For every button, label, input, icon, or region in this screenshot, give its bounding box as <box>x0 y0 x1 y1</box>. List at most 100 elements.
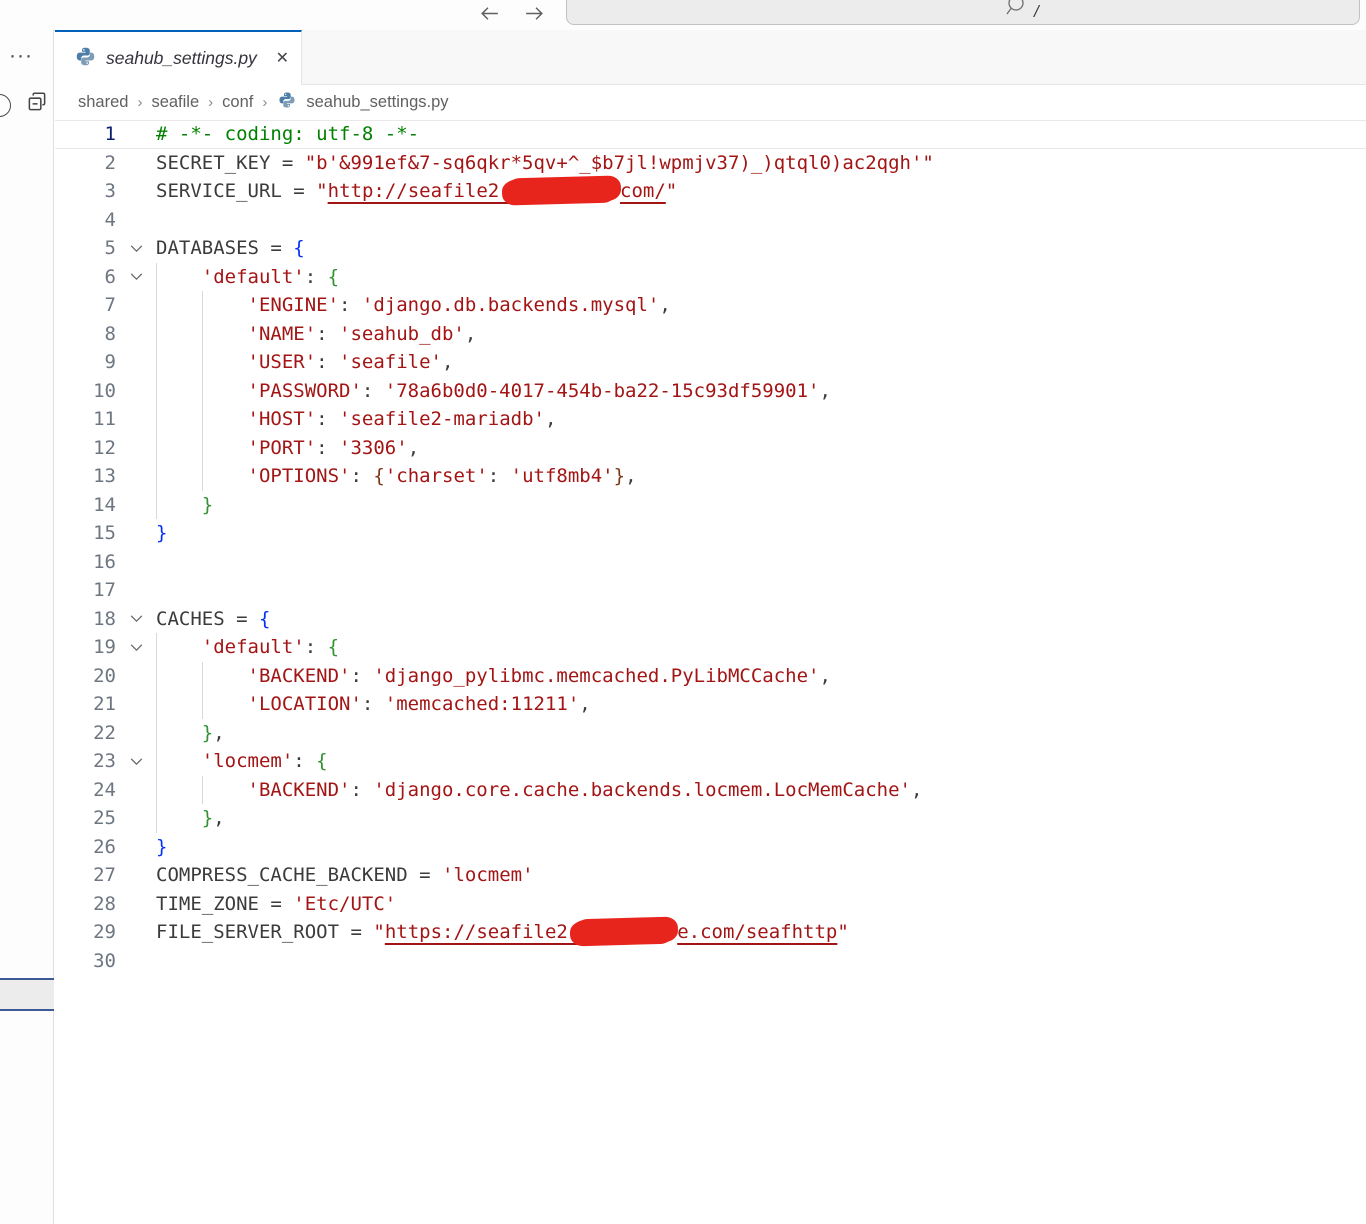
fold-gutter <box>116 918 156 947</box>
breadcrumb-file[interactable]: seahub_settings.py <box>306 93 448 112</box>
copy-pages-icon[interactable] <box>25 90 49 119</box>
code-line[interactable]: 4 <box>55 206 1366 235</box>
more-actions-icon[interactable]: ··· <box>9 44 33 68</box>
code-line[interactable]: 2 SECRET_KEY = "b'&991ef&7-sq6qkr*5qv+^_$… <box>55 149 1366 178</box>
indent-guide <box>156 320 157 349</box>
fold-gutter <box>116 206 156 235</box>
chevron-right-icon: › <box>208 94 213 111</box>
code-line[interactable]: 19 'default': { <box>55 633 1366 662</box>
code-line[interactable]: 5DATABASES = { <box>55 234 1366 263</box>
code-line[interactable]: 28TIME_ZONE = 'Etc/UTC' <box>55 890 1366 919</box>
code-text: # -*- coding: utf-8 -*- <box>156 120 419 149</box>
indent-guide <box>202 434 203 463</box>
fold-chevron-icon[interactable] <box>116 633 156 662</box>
fold-gutter <box>116 377 156 406</box>
fold-gutter <box>116 804 156 833</box>
tab-close-icon[interactable]: ✕ <box>276 51 289 67</box>
code-line[interactable]: 3SERVICE_URL = "http://seafile2.com/" <box>55 177 1366 206</box>
code-line[interactable]: 10 'PASSWORD': '78a6b0d0-4017-454b-ba22-… <box>55 377 1366 406</box>
tab-seahub-settings[interactable]: seahub_settings.py ✕ <box>55 30 302 85</box>
indent-guide <box>202 662 203 691</box>
code-line[interactable]: 23 'locmem': { <box>55 747 1366 776</box>
fold-gutter <box>116 861 156 890</box>
line-number: 16 <box>55 548 116 577</box>
fold-chevron-icon[interactable] <box>116 234 156 263</box>
code-line[interactable]: 15} <box>55 519 1366 548</box>
breadcrumb-item[interactable]: seafile <box>151 93 199 112</box>
fold-gutter <box>116 462 156 491</box>
fold-gutter <box>116 548 156 577</box>
code-line[interactable]: 30 <box>55 947 1366 976</box>
code-line[interactable]: 20 'BACKEND': 'django_pylibmc.memcached.… <box>55 662 1366 691</box>
breadcrumb: shared › seafile › conf › seahub_setting… <box>55 85 1366 120</box>
editor-group: seahub_settings.py ✕ shared › seafile › … <box>55 30 1366 1224</box>
code-line[interactable]: 1# -*- coding: utf-8 -*- <box>55 120 1366 149</box>
command-center-search[interactable]: / <box>566 0 1360 25</box>
fold-gutter <box>116 348 156 377</box>
fold-gutter <box>116 405 156 434</box>
chevron-right-icon: › <box>137 94 142 111</box>
indent-guide <box>156 662 157 691</box>
left-rail: ··· <box>0 30 54 1224</box>
code-text: FILE_SERVER_ROOT = "https://seafile2.e.c… <box>156 918 849 947</box>
indent-guide <box>156 690 157 719</box>
line-number: 4 <box>55 206 116 235</box>
line-number: 28 <box>55 890 116 919</box>
indent-guide <box>202 462 203 491</box>
code-line[interactable]: 17 <box>55 576 1366 605</box>
indent-guide <box>156 348 157 377</box>
indent-guide <box>156 804 157 833</box>
back-icon[interactable] <box>478 2 501 30</box>
code-line[interactable]: 27 COMPRESS_CACHE_BACKEND = 'locmem' <box>55 861 1366 890</box>
fold-gutter <box>116 491 156 520</box>
code-text: 'LOCATION': 'memcached:11211', <box>156 690 591 719</box>
code-line[interactable]: 18CACHES = { <box>55 605 1366 634</box>
redaction-scribble <box>503 176 618 204</box>
code-line[interactable]: 14 } <box>55 491 1366 520</box>
code-line[interactable]: 26} <box>55 833 1366 862</box>
code-line[interactable]: 6 'default': { <box>55 263 1366 292</box>
line-number: 17 <box>55 576 116 605</box>
indent-guide <box>156 776 157 805</box>
code-line[interactable]: 21 'LOCATION': 'memcached:11211', <box>55 690 1366 719</box>
line-number: 2 <box>55 149 116 178</box>
code-line[interactable]: 12 'PORT': '3306', <box>55 434 1366 463</box>
line-number: 25 <box>55 804 116 833</box>
tab-bar: seahub_settings.py ✕ <box>55 30 1366 85</box>
fold-gutter <box>116 719 156 748</box>
code-line[interactable]: 8 'NAME': 'seahub_db', <box>55 320 1366 349</box>
code-line[interactable]: 24 'BACKEND': 'django.core.cache.backend… <box>55 776 1366 805</box>
code-line[interactable]: 22 }, <box>55 719 1366 748</box>
line-number: 11 <box>55 405 116 434</box>
chevron-right-icon: › <box>262 94 267 111</box>
breadcrumb-item[interactable]: shared <box>78 93 128 112</box>
rail-band <box>0 978 54 1011</box>
code-line[interactable]: 7 'ENGINE': 'django.db.backends.mysql', <box>55 291 1366 320</box>
line-number: 23 <box>55 747 116 776</box>
code-text: 'HOST': 'seafile2-mariadb', <box>156 405 556 434</box>
fold-chevron-icon[interactable] <box>116 747 156 776</box>
fold-chevron-icon[interactable] <box>116 605 156 634</box>
code-text: } <box>156 519 167 548</box>
code-text: SERVICE_URL = "http://seafile2.com/" <box>156 177 677 206</box>
fold-chevron-icon[interactable] <box>116 263 156 292</box>
code-line[interactable]: 25 }, <box>55 804 1366 833</box>
fold-gutter <box>116 120 156 149</box>
code-line[interactable]: 16 <box>55 548 1366 577</box>
search-icon <box>1004 0 1025 22</box>
code-text: COMPRESS_CACHE_BACKEND = 'locmem' <box>156 861 534 890</box>
code-line[interactable]: 11 'HOST': 'seafile2-mariadb', <box>55 405 1366 434</box>
code-text: SECRET_KEY = "b'&991ef&7-sq6qkr*5qv+^_$b… <box>156 149 934 178</box>
line-number: 24 <box>55 776 116 805</box>
breadcrumb-item[interactable]: conf <box>222 93 253 112</box>
code-area[interactable]: 1# -*- coding: utf-8 -*-2 SECRET_KEY = "b… <box>55 120 1366 975</box>
code-line[interactable]: 9 'USER': 'seafile', <box>55 348 1366 377</box>
tab-title: seahub_settings.py <box>106 48 257 69</box>
code-line[interactable]: 13 'OPTIONS': {'charset': 'utf8mb4'}, <box>55 462 1366 491</box>
indent-guide <box>156 291 157 320</box>
forward-icon[interactable] <box>523 2 546 30</box>
line-number: 27 <box>55 861 116 890</box>
code-line[interactable]: 29FILE_SERVER_ROOT = "https://seafile2.e… <box>55 918 1366 947</box>
indent-guide <box>156 633 157 662</box>
code-text: 'ENGINE': 'django.db.backends.mysql', <box>156 291 671 320</box>
